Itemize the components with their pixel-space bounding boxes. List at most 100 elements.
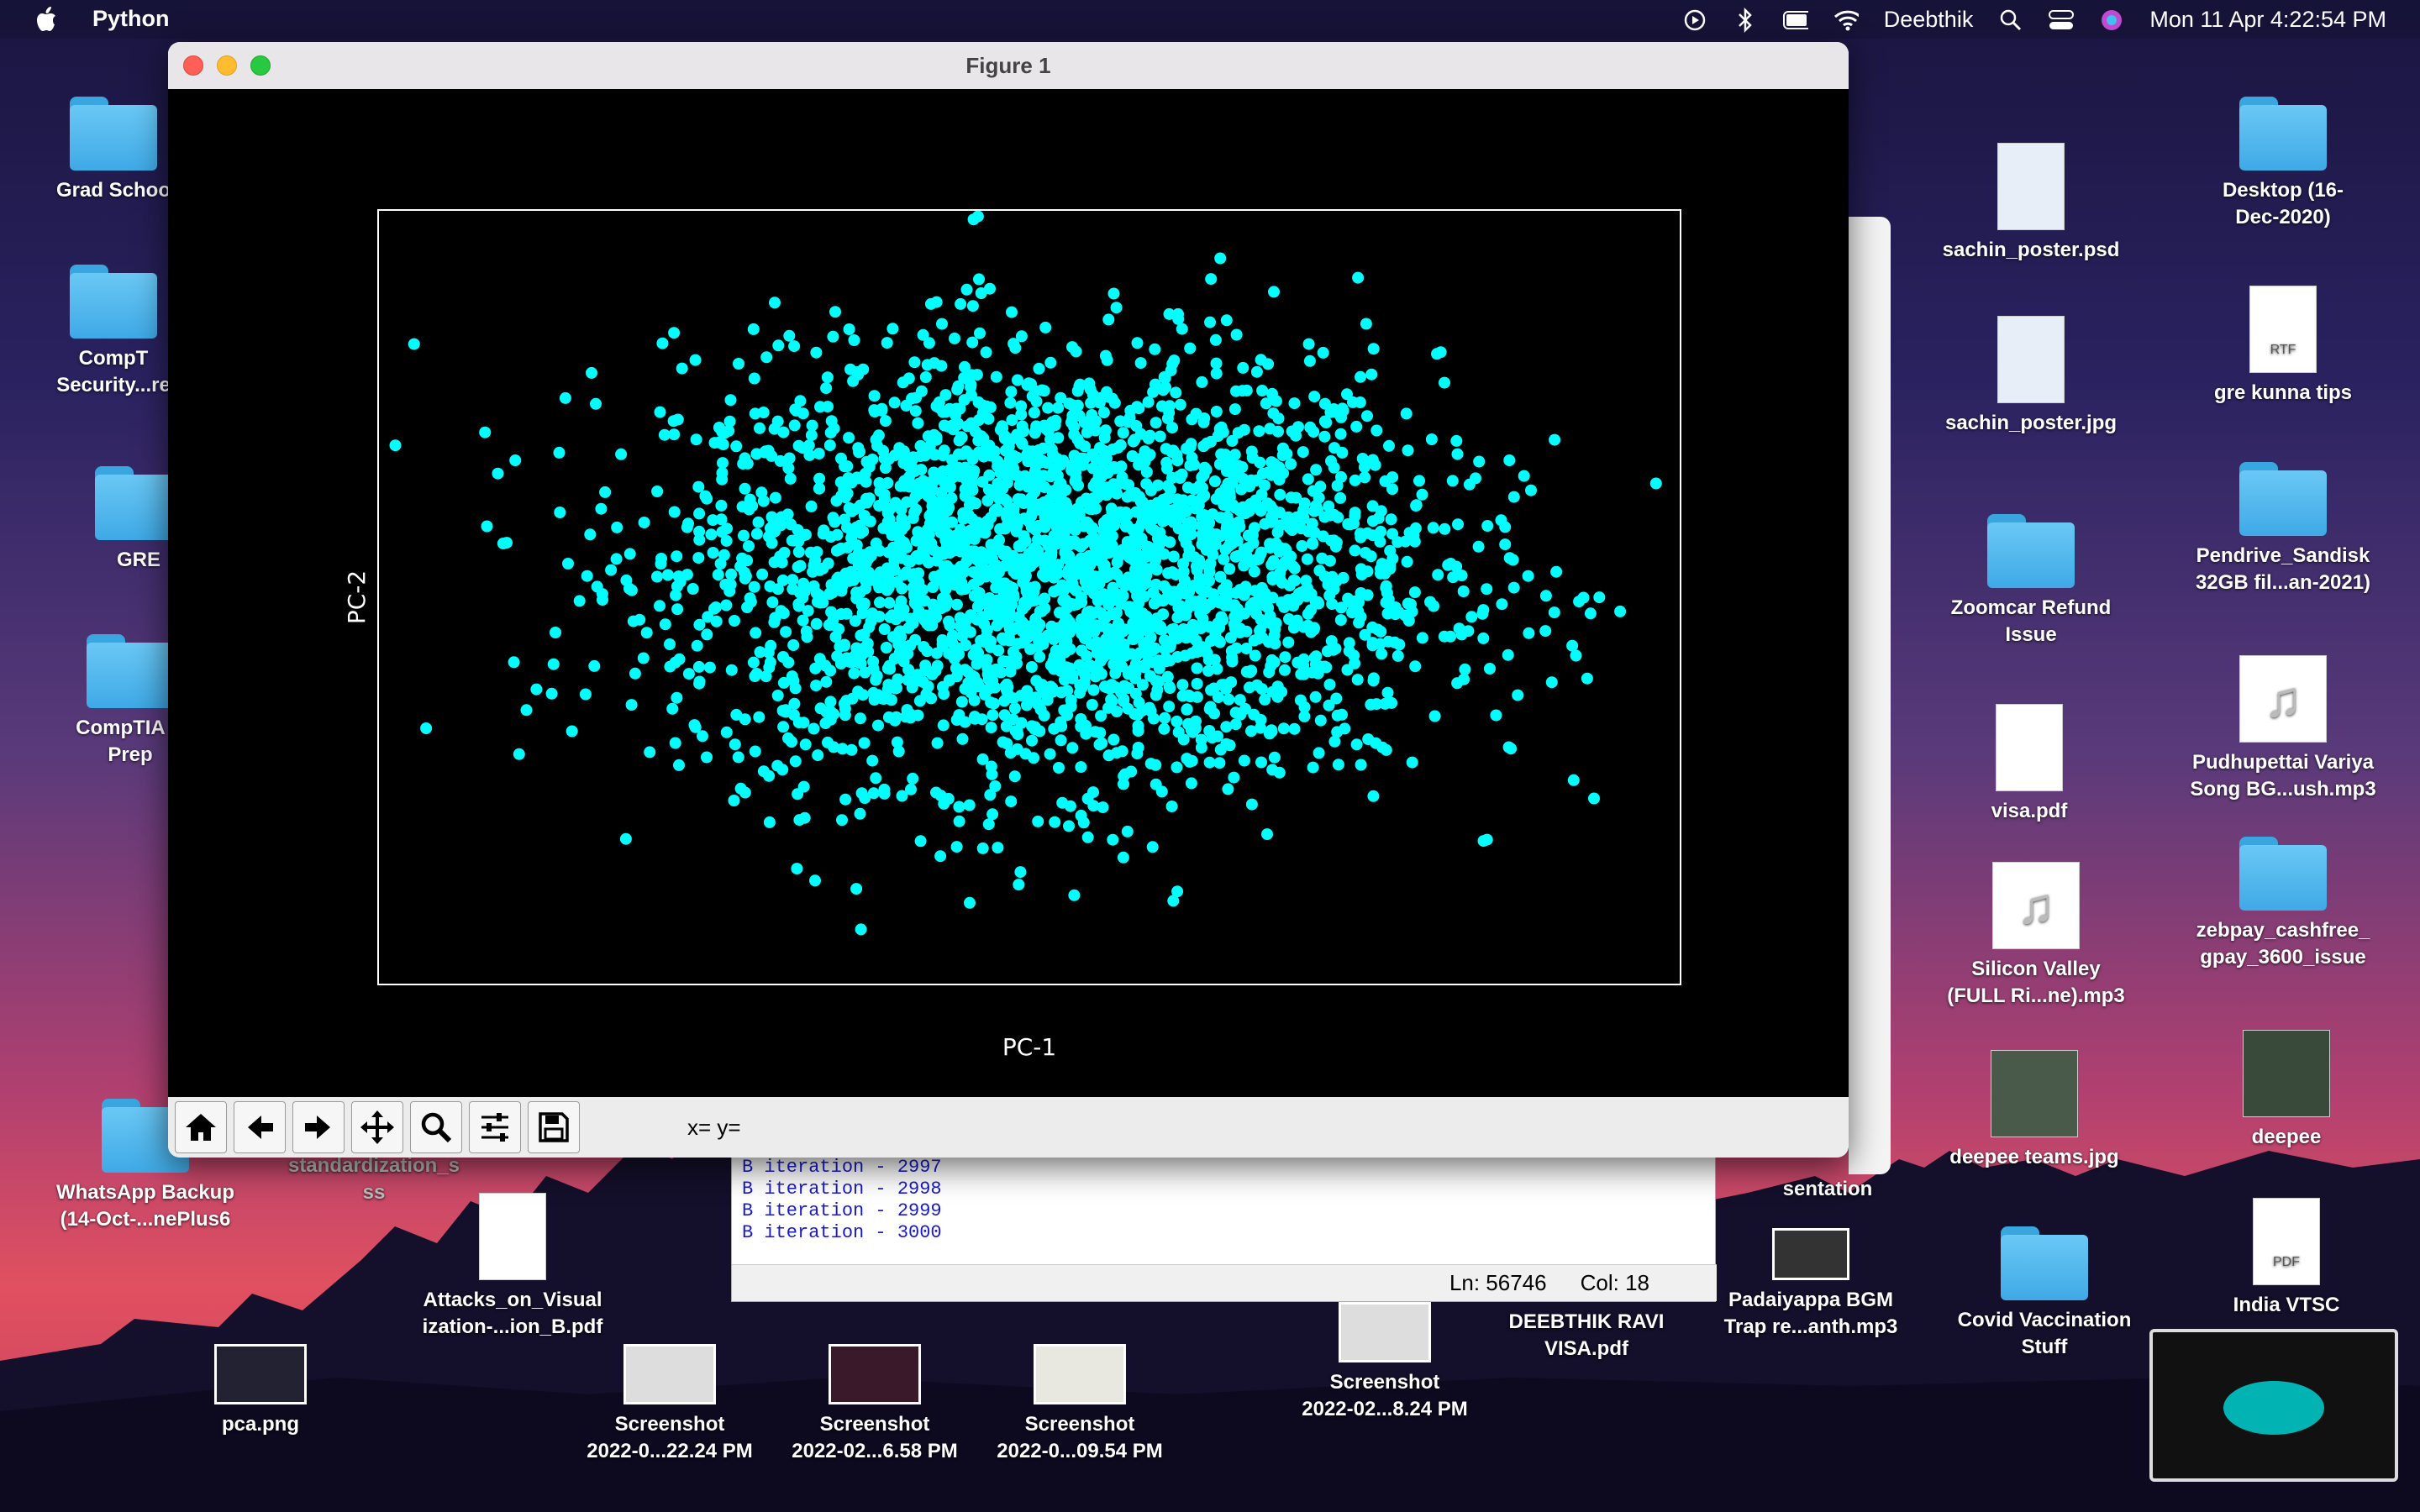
spotlight-search-icon[interactable] <box>1998 8 2023 33</box>
scatter-point <box>1297 668 1310 680</box>
desktop-icon-attacks-pdf[interactable]: Attacks_on_Visual ization-...ion_B.pdf <box>416 1193 609 1341</box>
python-shell-window[interactable]: B iteration - 2997 B iteration - 2998 B … <box>731 1151 1717 1302</box>
scatter-point <box>1382 593 1395 606</box>
scatter-point <box>697 730 708 743</box>
scatter-point <box>957 512 970 525</box>
desktop-icon-presentation[interactable]: sentation <box>1731 1176 1924 1203</box>
desktop-icon-pudhupettai[interactable]: ♫ Pudhupettai Variya Song BG...ush.mp3 <box>2186 655 2380 803</box>
home-button[interactable] <box>175 1101 227 1153</box>
minimize-window-button[interactable] <box>217 55 237 76</box>
scatter-point <box>1171 454 1184 467</box>
scatter-point <box>972 446 985 459</box>
scatter-point <box>785 518 797 531</box>
scatter-point <box>792 561 804 574</box>
desktop-icon-gre-tips[interactable]: RTF gre kunna tips <box>2186 286 2380 407</box>
scatter-point <box>787 639 800 651</box>
scatter-point <box>562 558 574 570</box>
desktop-icon-zebpay[interactable]: zebpay_cashfree_ gpay_3600_issue <box>2186 837 2380 971</box>
editor-status-bar: Ln: 56746 Col: 18 <box>732 1264 1717 1301</box>
window-titlebar[interactable]: Figure 1 <box>168 42 1849 89</box>
desktop-icon-silicon-valley[interactable]: ♫ Silicon Valley (FULL Ri...ne).mp3 <box>1939 862 2133 1010</box>
scatter-point <box>907 617 919 630</box>
desktop-icon-visa-pdf[interactable]: visa.pdf <box>1933 704 2126 825</box>
scatter-point <box>955 696 968 708</box>
scatter-point <box>688 719 701 732</box>
scatter-point <box>824 696 837 708</box>
scatter-point <box>768 556 781 569</box>
scatter-point <box>1100 489 1113 501</box>
scatter-point <box>858 737 871 749</box>
scatter-plot[interactable]: PC-1 PC-2 <box>168 89 1849 1097</box>
bluetooth-icon[interactable] <box>1733 7 1758 33</box>
scatter-point <box>882 576 895 589</box>
scatter-point <box>673 653 686 665</box>
screen-record-icon[interactable] <box>1682 8 1707 33</box>
forward-button[interactable] <box>292 1101 345 1153</box>
desktop-icon-sachin-jpg[interactable]: sachin_poster.jpg <box>1934 316 2128 437</box>
desktop-icon-sachin-psd[interactable]: sachin_poster.psd <box>1934 143 2128 264</box>
scatter-point <box>1310 500 1323 512</box>
scatter-point <box>973 273 985 286</box>
scatter-point <box>867 655 880 668</box>
pan-button[interactable] <box>351 1101 403 1153</box>
desktop-icon-deepee-teams[interactable]: deepee teams.jpg <box>1938 1050 2131 1171</box>
plot-canvas[interactable]: PC-1 PC-2 <box>168 89 1849 1097</box>
desktop-icon-india-vtsc[interactable]: PDF India VTSC <box>2190 1198 2383 1319</box>
desktop-icon-label: Screenshot 2022-0...22.24 PM <box>587 1413 753 1462</box>
scatter-point <box>1266 571 1279 583</box>
app-name[interactable]: Python <box>92 6 170 32</box>
scatter-point <box>788 340 801 353</box>
battery-icon[interactable] <box>1782 8 1808 33</box>
scatter-point <box>1238 559 1250 572</box>
scatter-point <box>1484 663 1496 675</box>
desktop-icon-screenshot-1[interactable]: Screenshot 2022-0...22.24 PM <box>573 1344 766 1465</box>
siri-icon[interactable] <box>2099 8 2124 33</box>
scatter-point <box>1432 569 1444 581</box>
scatter-point <box>799 738 812 751</box>
scatter-point <box>986 768 998 780</box>
scatter-point <box>757 495 770 507</box>
menubar-clock[interactable]: Mon 11 Apr 4:22:54 PM <box>2149 7 2386 33</box>
configure-subplots-button[interactable] <box>469 1101 521 1153</box>
save-button[interactable] <box>528 1101 580 1153</box>
scatter-point <box>1581 672 1593 685</box>
desktop-icon-padaiyappa[interactable]: Padaiyappa BGM Trap re...anth.mp3 <box>1714 1228 1907 1341</box>
figure-window[interactable]: Figure 1 PC-1 PC-2 x= y= <box>168 42 1849 1158</box>
wifi-icon[interactable] <box>1833 8 1859 33</box>
desktop-icon-screenshot-2[interactable]: Screenshot 2022-02...6.58 PM <box>778 1344 971 1465</box>
scatter-point <box>666 702 679 715</box>
scatter-point <box>736 552 749 564</box>
desktop-icon-deepee[interactable]: deepee <box>2190 1030 2383 1151</box>
scatter-point <box>971 613 983 626</box>
scatter-point <box>984 401 997 413</box>
scatter-point <box>946 636 959 648</box>
back-button[interactable] <box>234 1101 286 1153</box>
apple-icon[interactable] <box>34 6 59 32</box>
desktop-icon-deebthik-visa[interactable]: DEEBTHIK RAVI VISA.pdf <box>1490 1309 1683 1362</box>
close-window-button[interactable] <box>183 55 203 76</box>
screenshot-preview-thumbnail[interactable] <box>2149 1329 2398 1482</box>
scatter-point <box>1325 454 1337 467</box>
scatter-point <box>1302 338 1315 350</box>
scatter-point <box>1146 841 1159 853</box>
scatter-point <box>1265 516 1278 528</box>
desktop-icon-covid-vaccination[interactable]: Covid Vaccination Stuff <box>1948 1226 2141 1361</box>
scatter-point <box>682 668 695 680</box>
menubar-user[interactable]: Deebthik <box>1884 7 1974 33</box>
scatter-point <box>1158 722 1171 735</box>
scatter-point <box>991 503 1003 515</box>
desktop-icon-pendrive[interactable]: Pendrive_Sandisk 32GB fil...an-2021) <box>2186 462 2380 596</box>
desktop-icon-zoomcar[interactable]: Zoomcar Refund Issue <box>1934 514 2128 648</box>
column-number: Col: 18 <box>1580 1270 1649 1295</box>
scatter-point <box>1012 728 1024 741</box>
control-center-icon[interactable] <box>2049 8 2075 33</box>
desktop-icon-screenshot-4[interactable]: Screenshot 2022-02...8.24 PM <box>1288 1302 1481 1423</box>
desktop-icon-label: Pudhupettai Variya Song BG...ush.mp3 <box>2190 751 2376 801</box>
scatter-point <box>777 721 790 733</box>
desktop-icon-pca[interactable]: pca.png <box>164 1344 357 1438</box>
zoom-button[interactable] <box>410 1101 462 1153</box>
desktop-icon-screenshot-3[interactable]: Screenshot 2022-0...09.54 PM <box>983 1344 1176 1465</box>
zoom-window-button[interactable] <box>250 55 271 76</box>
desktop-icon-desktop-2020[interactable]: Desktop (16- Dec-2020) <box>2186 97 2380 231</box>
scatter-point <box>1004 396 1017 409</box>
